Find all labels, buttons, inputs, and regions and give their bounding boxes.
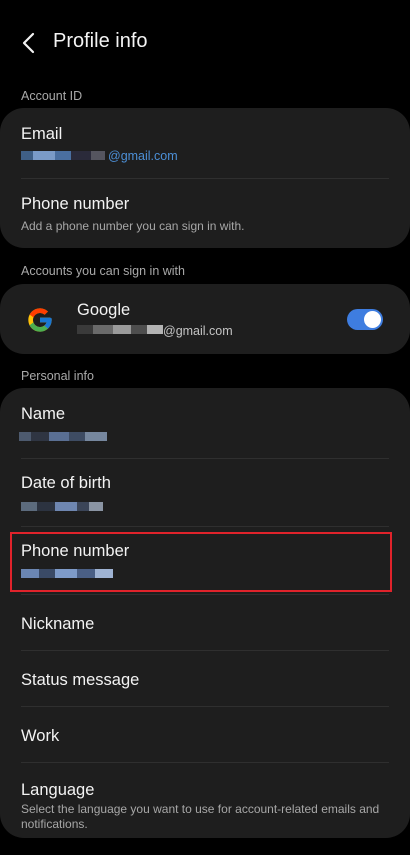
section-label-personal-info: Personal info [21, 369, 94, 383]
chevron-left-icon [22, 32, 35, 54]
google-account-card[interactable]: Google @gmail.com [0, 284, 410, 354]
language-label: Language [21, 781, 95, 799]
top-app-bar: Profile info [0, 22, 410, 62]
nickname-row[interactable]: Nickname [0, 594, 410, 650]
email-label: Email [21, 125, 63, 143]
language-sub: Select the language you want to use for … [21, 802, 380, 831]
status-message-label: Status message [21, 671, 140, 689]
name-row[interactable]: Name [0, 388, 410, 458]
email-row[interactable]: Email @gmail.com [0, 108, 410, 178]
profile-info-screen: Profile info Account ID Email @gmail.com… [0, 0, 410, 855]
account-phone-sub: Add a phone number you can sign in with. [21, 219, 245, 233]
section-label-sign-in-accounts: Accounts you can sign in with [21, 264, 185, 278]
account-phone-row[interactable]: Phone number Add a phone number you can … [0, 178, 410, 248]
phone-number-highlight-box [10, 532, 392, 592]
date-of-birth-label: Date of birth [21, 474, 111, 492]
personal-info-card: Name Date of birth Phone number Nickname… [0, 388, 410, 838]
status-message-row[interactable]: Status message [0, 650, 410, 706]
page-title: Profile info [53, 30, 148, 52]
toggle-knob [364, 311, 381, 328]
redacted-name [19, 432, 107, 441]
email-value: @gmail.com [108, 149, 178, 163]
google-sign-in-toggle[interactable] [347, 309, 383, 330]
section-label-account-id: Account ID [21, 89, 83, 103]
language-row[interactable]: Language Select the language you want to… [0, 762, 410, 838]
account-phone-label: Phone number [21, 195, 130, 213]
redacted-google-email-prefix [77, 325, 163, 334]
redacted-date-of-birth [21, 502, 103, 511]
google-label: Google [77, 301, 131, 319]
nickname-label: Nickname [21, 615, 95, 633]
google-logo-icon [28, 308, 52, 332]
date-of-birth-row[interactable]: Date of birth [0, 458, 410, 526]
back-button[interactable] [14, 28, 44, 58]
work-row[interactable]: Work [0, 706, 410, 762]
work-label: Work [21, 727, 60, 745]
google-email: @gmail.com [163, 324, 233, 338]
bottom-edge [0, 846, 410, 855]
name-label: Name [21, 405, 66, 423]
account-id-card: Email @gmail.com Phone number Add a phon… [0, 108, 410, 248]
redacted-email-prefix [21, 151, 105, 160]
